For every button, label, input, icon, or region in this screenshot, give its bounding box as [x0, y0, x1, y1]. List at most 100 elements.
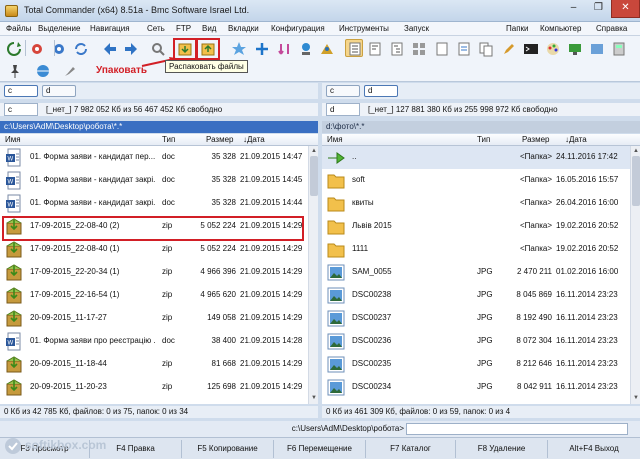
f6-move-button[interactable]: F6 Перемещение: [274, 440, 366, 458]
menu-ftp[interactable]: FTP: [176, 23, 191, 35]
command-input[interactable]: [406, 423, 628, 435]
right-file-row[interactable]: SAM_0055 JPG 2 470 211 01.02.2016 16:00: [322, 261, 630, 284]
right-file-row[interactable]: Львів 2015 <Папка> 19.02.2016 20:52: [322, 215, 630, 238]
left-col-size[interactable]: Размер: [206, 134, 234, 146]
left-col-name[interactable]: Имя: [5, 134, 21, 146]
sort-icon[interactable]: [276, 40, 294, 58]
file-date: 21.09.2015 14:28: [240, 336, 303, 345]
right-file-row[interactable]: квиты <Папка> 26.04.2016 16:00: [322, 192, 630, 215]
right-col-name[interactable]: Имя: [327, 134, 343, 146]
scroll-up-icon[interactable]: ▲: [632, 147, 640, 155]
right-col-type[interactable]: Тип: [477, 134, 490, 146]
minimize-button[interactable]: –: [561, 0, 586, 18]
right-file-row[interactable]: DSC00237 JPG 8 192 490 16.11.2014 23:23: [322, 307, 630, 330]
sync-icon[interactable]: [72, 40, 90, 58]
left-file-row[interactable]: 17-09-2015_22-16-54 (1) zip 4 965 620 21.09…: [0, 284, 308, 307]
menu-files[interactable]: Файлы: [6, 23, 31, 35]
notepad-icon[interactable]: [455, 40, 473, 58]
left-file-row[interactable]: 20-09-2015_11-17-27 zip 149 058 21.09.2015 …: [0, 307, 308, 330]
right-drive-combo[interactable]: d: [326, 103, 360, 116]
terminal-icon[interactable]: [522, 40, 540, 58]
maximize-button[interactable]: ❐: [586, 0, 611, 18]
left-drive-c[interactable]: c: [4, 85, 38, 97]
left-col-date[interactable]: ↓Дата: [243, 134, 265, 146]
right-drive-d[interactable]: d: [364, 85, 398, 97]
browser-icon[interactable]: [34, 62, 52, 80]
brush-icon[interactable]: [61, 62, 79, 80]
close-button[interactable]: ✕: [611, 0, 640, 18]
menu-selection[interactable]: Выделение: [38, 23, 80, 35]
menu-help[interactable]: Справка: [596, 23, 627, 35]
left-file-row[interactable]: W 01. Форма заяви - кандидат закрі... doc 3…: [0, 192, 308, 215]
menu-view[interactable]: Вид: [202, 23, 216, 35]
right-file-row[interactable]: 1111 <Папка> 19.02.2016 20:52: [322, 238, 630, 261]
menu-network[interactable]: Сеть: [147, 23, 165, 35]
control-panel-icon[interactable]: [588, 40, 606, 58]
scroll-down-icon[interactable]: ▼: [632, 394, 640, 402]
view-full-icon[interactable]: [366, 40, 384, 58]
file-type: JPG: [477, 267, 493, 276]
right-file-row[interactable]: DSC00238 JPG 8 045 869 16.11.2014 23:23: [322, 284, 630, 307]
file-type: doc: [162, 152, 175, 161]
left-file-row[interactable]: 17-09-2015_22-08-40 (1) zip 5 052 224 21.09…: [0, 238, 308, 261]
left-scroll-thumb[interactable]: [310, 156, 318, 196]
left-file-row[interactable]: 17-09-2015_22-20-34 (1) zip 4 966 396 21.09…: [0, 261, 308, 284]
scroll-down-icon[interactable]: ▼: [310, 394, 318, 402]
right-scroll-thumb[interactable]: [632, 156, 640, 206]
settings-icon[interactable]: [28, 40, 46, 58]
gear-icon[interactable]: [50, 40, 68, 58]
paint-icon[interactable]: [544, 40, 562, 58]
right-col-date[interactable]: ↓Дата: [565, 134, 587, 146]
left-col-type[interactable]: Тип: [162, 134, 175, 146]
right-drive-c[interactable]: c: [326, 85, 360, 97]
star-icon[interactable]: [230, 40, 248, 58]
right-file-row[interactable]: DSC00234 JPG 8 042 911 16.11.2014 23:23: [322, 376, 630, 399]
f5-copy-button[interactable]: F5 Копирование: [182, 440, 274, 458]
f8-delete-button[interactable]: F8 Удаление: [456, 440, 548, 458]
view-tree-icon[interactable]: [388, 40, 406, 58]
right-file-row[interactable]: DSC00235 JPG 8 212 646 16.11.2014 23:23: [322, 353, 630, 376]
compare-icon[interactable]: [253, 40, 271, 58]
exit-button[interactable]: Alt+F4 Выход: [548, 440, 640, 458]
scroll-up-icon[interactable]: ▲: [310, 147, 318, 155]
right-col-size[interactable]: Размер: [522, 134, 550, 146]
f7-mkdir-button[interactable]: F7 Каталог: [366, 440, 456, 458]
view-brief-icon[interactable]: [345, 39, 363, 57]
right-file-row[interactable]: .. <Папка> 24.11.2016 17:42: [322, 146, 630, 169]
zip-file-icon: [5, 309, 23, 328]
menu-config[interactable]: Конфигурация: [271, 23, 325, 35]
back-icon[interactable]: [101, 40, 119, 58]
monitor-icon[interactable]: [566, 40, 584, 58]
menu-tools[interactable]: Инструменты: [339, 23, 389, 35]
file-size: 38 400: [211, 336, 236, 345]
view-thumbs-icon[interactable]: [410, 40, 428, 58]
calculator-icon[interactable]: [610, 40, 628, 58]
ftp-icon[interactable]: [318, 40, 336, 58]
menu-launch[interactable]: Запуск: [404, 23, 429, 35]
menu-folders[interactable]: Папки: [506, 23, 529, 35]
left-scrollbar[interactable]: ▲ ▼: [308, 146, 318, 404]
file-name: DSC00234: [352, 382, 392, 391]
left-file-row[interactable]: 20-09-2015_11-20-23 zip 125 698 21.09.2015 …: [0, 376, 308, 399]
left-file-row[interactable]: W 01. Форма заяви - кандидат пер... doc 35 …: [0, 146, 308, 169]
edit-icon[interactable]: [500, 40, 518, 58]
left-path[interactable]: c:\Users\AdM\Desktop\робота\*.*: [0, 121, 318, 133]
right-file-row[interactable]: DSC00236 JPG 8 072 304 16.11.2014 23:23: [322, 330, 630, 353]
network-icon[interactable]: [297, 40, 315, 58]
left-drive-combo[interactable]: c: [4, 103, 38, 116]
forward-icon[interactable]: [122, 40, 140, 58]
right-path[interactable]: d:\фото\*.*: [322, 121, 640, 133]
right-file-row[interactable]: soft <Папка> 16.05.2016 15:57: [322, 169, 630, 192]
menu-tabs[interactable]: Вкладки: [228, 23, 259, 35]
copy-names-icon[interactable]: [477, 40, 495, 58]
view-quick-icon[interactable]: [433, 40, 451, 58]
menu-computer[interactable]: Компьютер: [540, 23, 581, 35]
left-file-row[interactable]: W 01. Форма заяви про реєстрацію ... doc 38…: [0, 330, 308, 353]
left-file-row[interactable]: W 01. Форма заяви - кандидат закрі... doc 3…: [0, 169, 308, 192]
right-scrollbar[interactable]: ▲ ▼: [630, 146, 640, 404]
left-file-row[interactable]: 20-09-2015_11-18-44 zip 81 668 21.09.2015 1…: [0, 353, 308, 376]
left-drive-d[interactable]: d: [42, 85, 76, 97]
menu-navigation[interactable]: Навигация: [90, 23, 130, 35]
pin-icon[interactable]: [6, 62, 24, 80]
refresh-icon[interactable]: [5, 40, 23, 58]
